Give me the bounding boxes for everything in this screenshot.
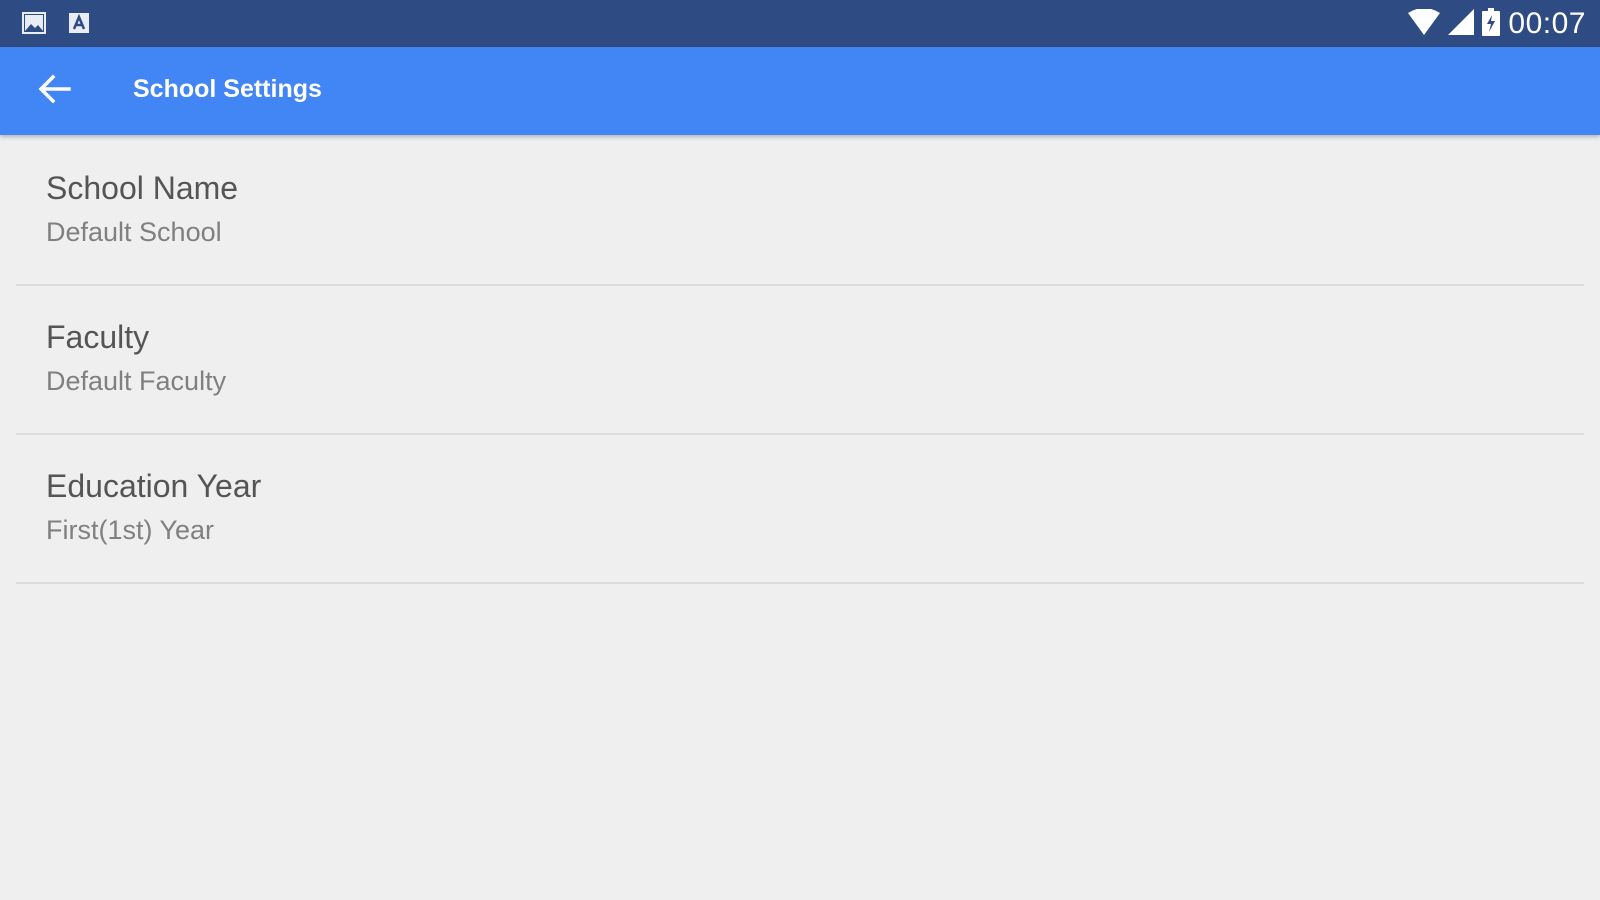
arrow-back-icon bbox=[37, 74, 71, 109]
setting-education-year[interactable]: Education Year First(1st) Year bbox=[0, 435, 1600, 584]
page-title: School Settings bbox=[133, 75, 322, 103]
setting-value: First(1st) Year bbox=[46, 515, 215, 545]
back-button[interactable] bbox=[26, 67, 82, 115]
setting-title: Faculty bbox=[46, 319, 150, 355]
setting-value: Default Faculty bbox=[46, 366, 227, 396]
status-bar: 00:07 bbox=[0, 0, 1600, 47]
divider bbox=[16, 582, 1584, 584]
font-notification-icon bbox=[68, 12, 90, 39]
signal-icon bbox=[1448, 8, 1475, 40]
clock: 00:07 bbox=[1508, 7, 1586, 40]
notification-icons bbox=[22, 12, 90, 39]
app-bar: School Settings bbox=[0, 47, 1600, 135]
setting-faculty[interactable]: Faculty Default Faculty bbox=[0, 286, 1600, 435]
setting-title: Education Year bbox=[46, 468, 262, 504]
image-notification-icon bbox=[22, 12, 46, 39]
setting-school-name[interactable]: School Name Default School bbox=[0, 137, 1600, 286]
setting-value: Default School bbox=[46, 217, 222, 247]
wifi-icon bbox=[1408, 7, 1441, 40]
settings-list: School Name Default School Faculty Defau… bbox=[0, 137, 1600, 584]
system-status: 00:07 bbox=[1408, 6, 1586, 42]
battery-icon bbox=[1482, 7, 1501, 41]
setting-title: School Name bbox=[46, 170, 239, 206]
